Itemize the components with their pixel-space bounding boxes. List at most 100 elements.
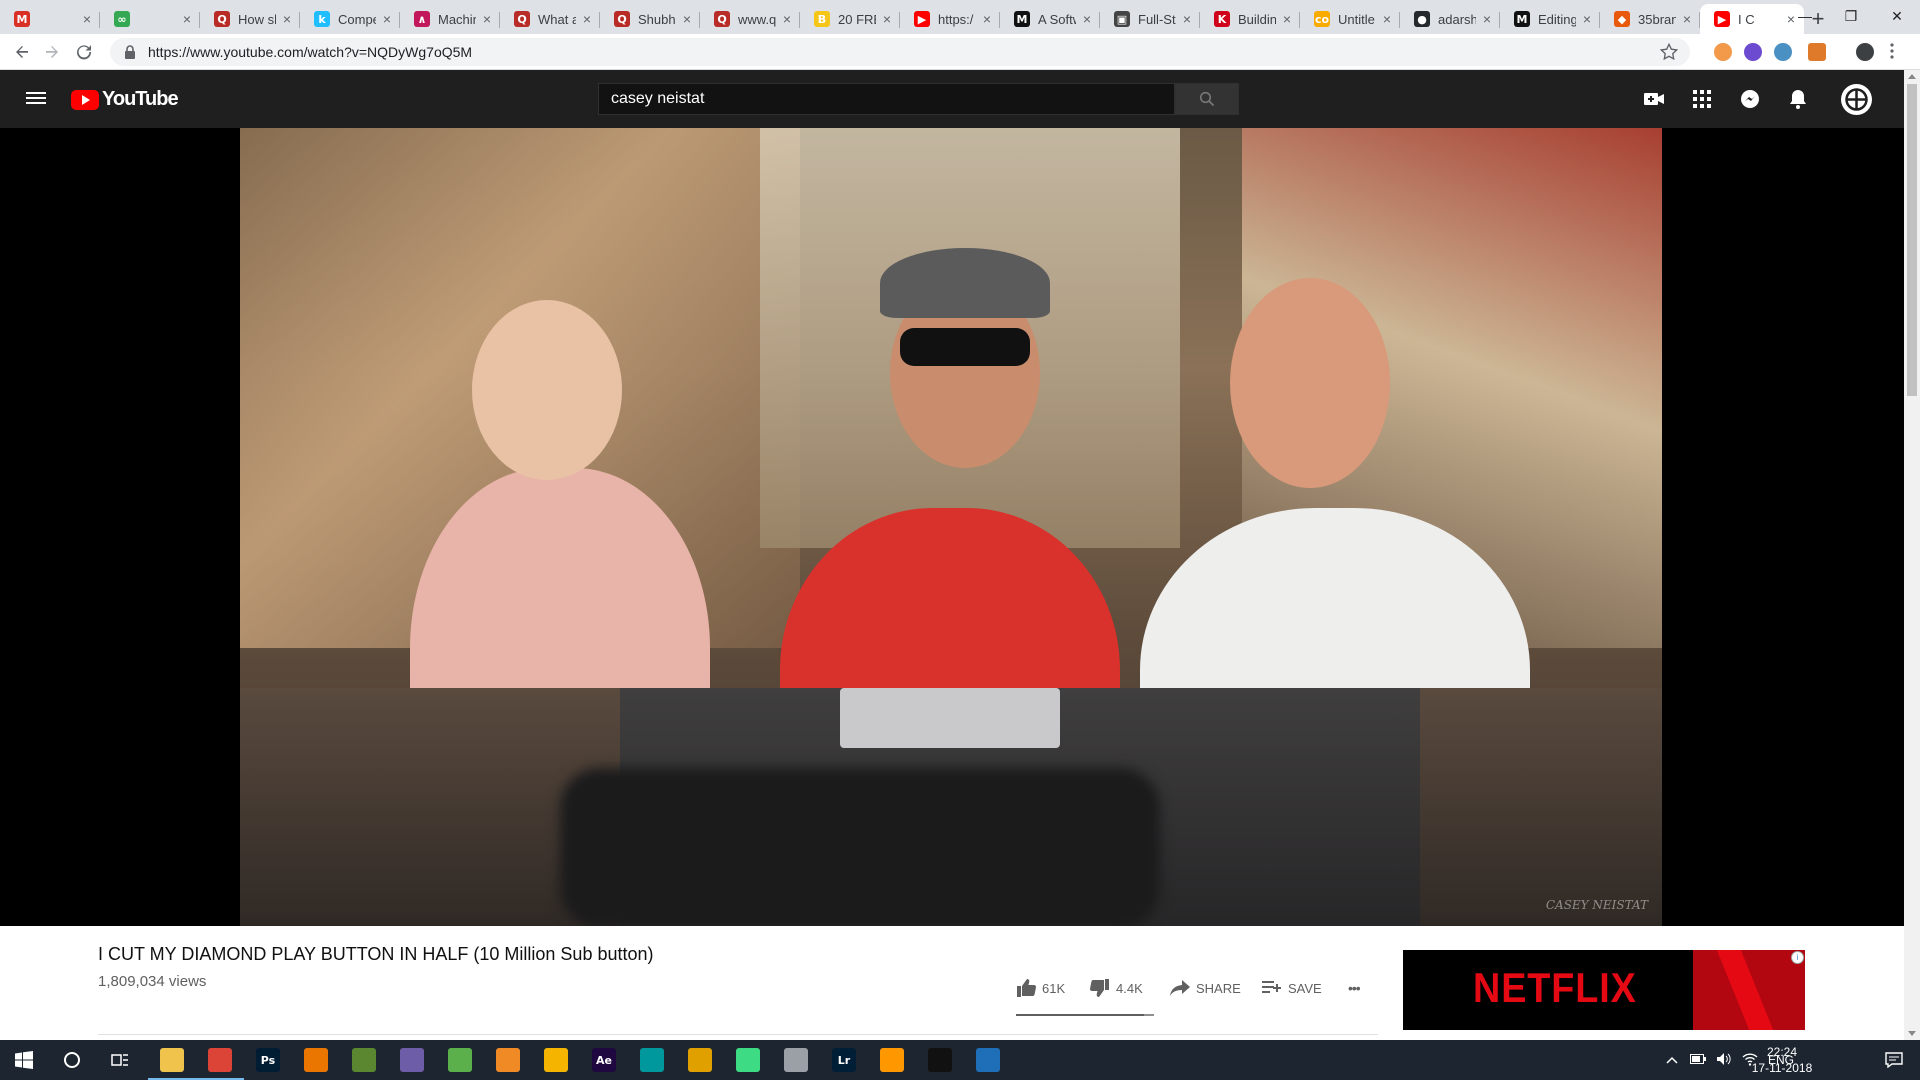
browser-tab[interactable]: co Untitle × [1300,4,1400,34]
profile-avatar[interactable] [1856,43,1874,61]
youtube-logo[interactable]: YouTube [71,88,179,111]
taskbar-app-chrome[interactable] [196,1040,244,1080]
browser-tab[interactable]: ● adarsh × [1400,4,1500,34]
lock-icon [120,45,140,59]
page-scrollbar[interactable] [1904,70,1920,1040]
browser-tab[interactable]: k Compe × [300,4,400,34]
browser-tab[interactable]: ∧ Machin × [400,4,500,34]
browser-tab[interactable]: K Buildin × [1200,4,1300,34]
taskbar-app-vscode[interactable] [964,1040,1012,1080]
browser-tab[interactable]: ▣ Full-St × [1100,4,1200,34]
address-bar[interactable]: https://www.youtube.com/watch?v=NQDyWg7o… [110,38,1690,66]
taskbar-app-photoshop[interactable]: Ps [244,1040,292,1080]
taskbar-app-app-disc[interactable] [388,1040,436,1080]
netflix-ad-banner[interactable]: NETFLIX i [1403,950,1805,1030]
volume-icon[interactable] [1716,1052,1732,1069]
tab-close-icon[interactable]: × [480,11,494,27]
save-button[interactable]: SAVE [1262,978,1322,998]
tab-close-icon[interactable]: × [1680,11,1694,27]
browser-tab[interactable]: ◆ 35bran × [1600,4,1700,34]
tab-close-icon[interactable]: × [80,11,94,27]
chrome-menu-icon[interactable] [1890,43,1894,61]
tab-close-icon[interactable]: × [780,11,794,27]
cortana-search-button[interactable] [48,1040,96,1080]
tray-chevron-up-icon[interactable] [1666,1053,1678,1067]
apps-grid-icon[interactable] [1690,87,1714,111]
tab-close-icon[interactable]: × [580,11,594,27]
minimize-button[interactable]: — [1782,0,1828,32]
browser-tab[interactable]: Q Shubh × [600,4,700,34]
search-button[interactable] [1175,83,1239,115]
browser-tab[interactable]: M × [0,4,100,34]
extension-fox-icon[interactable] [1808,43,1826,61]
browser-tab[interactable]: M A Softw× [1000,4,1100,34]
browser-tab[interactable]: Qwww.q × [700,4,800,34]
bookmark-star-icon[interactable] [1659,42,1679,66]
taskbar-app-android-studio[interactable] [724,1040,772,1080]
scrollbar-thumb[interactable] [1907,84,1917,396]
browser-tab[interactable]: Q How sh× [200,4,300,34]
taskbar-app-notepad[interactable] [436,1040,484,1080]
tab-close-icon[interactable]: × [1080,11,1094,27]
more-actions-button[interactable]: ••• [1348,978,1361,998]
maximize-button[interactable]: ❐ [1828,0,1874,32]
taskbar-app-sublime-text[interactable] [868,1040,916,1080]
notifications-bell-icon[interactable] [1786,87,1810,111]
tab-close-icon[interactable]: × [680,11,694,27]
taskbar-app-after-effects[interactable]: Ae [580,1040,628,1080]
scroll-up-arrow-icon[interactable] [1908,74,1916,79]
taskbar-app-terminal[interactable] [916,1040,964,1080]
taskbar-app-fl-studio[interactable] [484,1040,532,1080]
tab-close-icon[interactable]: × [1180,11,1194,27]
taskbar-app-arduino[interactable] [628,1040,676,1080]
taskbar-app-minecraft[interactable] [340,1040,388,1080]
extension-translate-icon[interactable] [1774,43,1792,61]
search-input[interactable]: casey neistat [598,83,1175,115]
back-button[interactable] [10,40,34,64]
taskbar-app-app-fire[interactable] [532,1040,580,1080]
tab-close-icon[interactable]: × [980,11,994,27]
video-player[interactable]: CASEY NEISTAT [240,128,1662,926]
messages-icon[interactable] [1738,87,1762,111]
browser-tab[interactable]: ▶ https:/ × [900,4,1000,34]
task-view-button[interactable] [96,1040,144,1080]
taskbar-app-file-explorer[interactable] [148,1040,196,1080]
browser-tab[interactable]: Q What a × [500,4,600,34]
browser-tab[interactable]: ∞ × [100,4,200,34]
sentiment-bar-likes [1016,1014,1145,1016]
tab-close-icon[interactable]: × [380,11,394,27]
ad-info-icon[interactable]: i [1791,951,1804,964]
tab-close-icon[interactable]: × [1580,11,1594,27]
reload-button[interactable] [72,40,96,64]
taskbar-app-app-lion[interactable] [676,1040,724,1080]
clock-date: 17-11-2018 [1751,1061,1813,1075]
start-button[interactable] [0,1040,48,1080]
extension-cookie-icon[interactable] [1714,43,1732,61]
browser-tab[interactable]: B 20 FRE× [800,4,900,34]
action-center-button[interactable] [1870,1040,1918,1080]
taskbar-app-lightroom[interactable]: Lr [820,1040,868,1080]
close-window-button[interactable]: ✕ [1874,0,1920,32]
extension-v-icon[interactable] [1744,43,1762,61]
create-video-icon[interactable] [1642,87,1666,111]
tab-close-icon[interactable]: × [880,11,894,27]
battery-icon[interactable] [1690,1053,1706,1067]
channel-watermark[interactable]: CASEY NEISTAT [1546,898,1648,912]
tab-close-icon[interactable]: × [1280,11,1294,27]
dislike-button[interactable]: 4.4K [1090,978,1143,998]
app-robot-icon [784,1048,808,1072]
forward-button[interactable] [40,40,64,64]
share-button[interactable]: SHARE [1170,978,1241,998]
like-button[interactable]: 61K [1016,978,1065,998]
tab-close-icon[interactable]: × [280,11,294,27]
account-avatar[interactable] [1841,84,1872,115]
taskbar-app-blender[interactable] [292,1040,340,1080]
guide-menu-icon[interactable] [26,89,46,109]
tab-close-icon[interactable]: × [1480,11,1494,27]
tab-close-icon[interactable]: × [180,11,194,27]
tab-close-icon[interactable]: × [1380,11,1394,27]
browser-tab[interactable]: M Editing × [1500,4,1600,34]
taskbar-app-app-robot[interactable] [772,1040,820,1080]
scroll-down-arrow-icon[interactable] [1908,1031,1916,1036]
taskbar-clock[interactable]: 22:24 17-11-2018 [1742,1044,1822,1076]
